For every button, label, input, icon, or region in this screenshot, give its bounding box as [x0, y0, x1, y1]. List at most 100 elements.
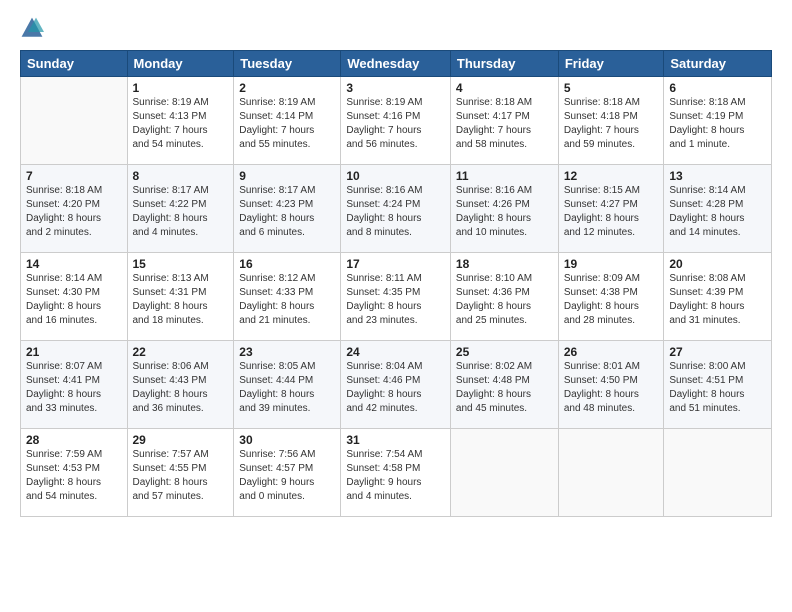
day-cell: 3Sunrise: 8:19 AM Sunset: 4:16 PM Daylig… [341, 77, 451, 165]
cell-info: Sunrise: 8:04 AM Sunset: 4:46 PM Dayligh… [346, 360, 445, 416]
cell-info: Sunrise: 8:09 AM Sunset: 4:38 PM Dayligh… [564, 272, 659, 328]
day-number: 11 [456, 169, 553, 183]
day-cell: 24Sunrise: 8:04 AM Sunset: 4:46 PM Dayli… [341, 341, 451, 429]
day-cell: 7Sunrise: 8:18 AM Sunset: 4:20 PM Daylig… [21, 165, 128, 253]
day-cell: 25Sunrise: 8:02 AM Sunset: 4:48 PM Dayli… [450, 341, 558, 429]
day-number: 13 [669, 169, 766, 183]
day-number: 28 [26, 433, 122, 447]
day-number: 30 [239, 433, 335, 447]
day-cell: 11Sunrise: 8:16 AM Sunset: 4:26 PM Dayli… [450, 165, 558, 253]
cell-info: Sunrise: 8:02 AM Sunset: 4:48 PM Dayligh… [456, 360, 553, 416]
cell-info: Sunrise: 8:16 AM Sunset: 4:26 PM Dayligh… [456, 184, 553, 240]
page-container: SundayMondayTuesdayWednesdayThursdayFrid… [0, 0, 792, 527]
day-cell: 5Sunrise: 8:18 AM Sunset: 4:18 PM Daylig… [558, 77, 664, 165]
day-number: 9 [239, 169, 335, 183]
day-cell: 27Sunrise: 8:00 AM Sunset: 4:51 PM Dayli… [664, 341, 772, 429]
day-number: 23 [239, 345, 335, 359]
day-number: 7 [26, 169, 122, 183]
day-cell: 4Sunrise: 8:18 AM Sunset: 4:17 PM Daylig… [450, 77, 558, 165]
day-cell: 12Sunrise: 8:15 AM Sunset: 4:27 PM Dayli… [558, 165, 664, 253]
day-cell [450, 429, 558, 517]
day-cell: 26Sunrise: 8:01 AM Sunset: 4:50 PM Dayli… [558, 341, 664, 429]
logo [20, 16, 48, 40]
cell-info: Sunrise: 8:00 AM Sunset: 4:51 PM Dayligh… [669, 360, 766, 416]
cell-info: Sunrise: 7:56 AM Sunset: 4:57 PM Dayligh… [239, 448, 335, 504]
cell-info: Sunrise: 8:11 AM Sunset: 4:35 PM Dayligh… [346, 272, 445, 328]
week-row-2: 14Sunrise: 8:14 AM Sunset: 4:30 PM Dayli… [21, 253, 772, 341]
day-number: 31 [346, 433, 445, 447]
day-number: 16 [239, 257, 335, 271]
day-number: 8 [133, 169, 229, 183]
day-number: 4 [456, 81, 553, 95]
day-number: 12 [564, 169, 659, 183]
day-number: 14 [26, 257, 122, 271]
calendar-table: SundayMondayTuesdayWednesdayThursdayFrid… [20, 50, 772, 517]
day-cell [558, 429, 664, 517]
cell-info: Sunrise: 8:10 AM Sunset: 4:36 PM Dayligh… [456, 272, 553, 328]
day-number: 15 [133, 257, 229, 271]
day-number: 10 [346, 169, 445, 183]
cell-info: Sunrise: 8:19 AM Sunset: 4:13 PM Dayligh… [133, 96, 229, 152]
day-number: 17 [346, 257, 445, 271]
header-sunday: Sunday [21, 51, 128, 77]
cell-info: Sunrise: 8:14 AM Sunset: 4:30 PM Dayligh… [26, 272, 122, 328]
day-cell: 16Sunrise: 8:12 AM Sunset: 4:33 PM Dayli… [234, 253, 341, 341]
header-monday: Monday [127, 51, 234, 77]
cell-info: Sunrise: 8:14 AM Sunset: 4:28 PM Dayligh… [669, 184, 766, 240]
day-number: 24 [346, 345, 445, 359]
cell-info: Sunrise: 8:17 AM Sunset: 4:22 PM Dayligh… [133, 184, 229, 240]
header-tuesday: Tuesday [234, 51, 341, 77]
day-number: 19 [564, 257, 659, 271]
cell-info: Sunrise: 8:12 AM Sunset: 4:33 PM Dayligh… [239, 272, 335, 328]
week-row-0: 1Sunrise: 8:19 AM Sunset: 4:13 PM Daylig… [21, 77, 772, 165]
header-thursday: Thursday [450, 51, 558, 77]
week-row-4: 28Sunrise: 7:59 AM Sunset: 4:53 PM Dayli… [21, 429, 772, 517]
header-saturday: Saturday [664, 51, 772, 77]
day-cell: 29Sunrise: 7:57 AM Sunset: 4:55 PM Dayli… [127, 429, 234, 517]
cell-info: Sunrise: 8:18 AM Sunset: 4:19 PM Dayligh… [669, 96, 766, 152]
day-number: 22 [133, 345, 229, 359]
day-number: 20 [669, 257, 766, 271]
day-cell: 21Sunrise: 8:07 AM Sunset: 4:41 PM Dayli… [21, 341, 128, 429]
header-row-days: SundayMondayTuesdayWednesdayThursdayFrid… [21, 51, 772, 77]
cell-info: Sunrise: 7:57 AM Sunset: 4:55 PM Dayligh… [133, 448, 229, 504]
day-cell: 17Sunrise: 8:11 AM Sunset: 4:35 PM Dayli… [341, 253, 451, 341]
day-cell: 18Sunrise: 8:10 AM Sunset: 4:36 PM Dayli… [450, 253, 558, 341]
logo-icon [20, 16, 44, 40]
day-number: 21 [26, 345, 122, 359]
day-cell: 20Sunrise: 8:08 AM Sunset: 4:39 PM Dayli… [664, 253, 772, 341]
day-number: 6 [669, 81, 766, 95]
day-cell: 2Sunrise: 8:19 AM Sunset: 4:14 PM Daylig… [234, 77, 341, 165]
day-cell: 19Sunrise: 8:09 AM Sunset: 4:38 PM Dayli… [558, 253, 664, 341]
header-wednesday: Wednesday [341, 51, 451, 77]
cell-info: Sunrise: 8:16 AM Sunset: 4:24 PM Dayligh… [346, 184, 445, 240]
day-number: 25 [456, 345, 553, 359]
cell-info: Sunrise: 8:17 AM Sunset: 4:23 PM Dayligh… [239, 184, 335, 240]
cell-info: Sunrise: 8:15 AM Sunset: 4:27 PM Dayligh… [564, 184, 659, 240]
day-cell: 8Sunrise: 8:17 AM Sunset: 4:22 PM Daylig… [127, 165, 234, 253]
day-number: 26 [564, 345, 659, 359]
day-cell: 10Sunrise: 8:16 AM Sunset: 4:24 PM Dayli… [341, 165, 451, 253]
day-cell: 28Sunrise: 7:59 AM Sunset: 4:53 PM Dayli… [21, 429, 128, 517]
week-row-3: 21Sunrise: 8:07 AM Sunset: 4:41 PM Dayli… [21, 341, 772, 429]
day-cell: 23Sunrise: 8:05 AM Sunset: 4:44 PM Dayli… [234, 341, 341, 429]
day-cell: 9Sunrise: 8:17 AM Sunset: 4:23 PM Daylig… [234, 165, 341, 253]
cell-info: Sunrise: 7:54 AM Sunset: 4:58 PM Dayligh… [346, 448, 445, 504]
cell-info: Sunrise: 8:18 AM Sunset: 4:18 PM Dayligh… [564, 96, 659, 152]
day-cell: 30Sunrise: 7:56 AM Sunset: 4:57 PM Dayli… [234, 429, 341, 517]
cell-info: Sunrise: 8:01 AM Sunset: 4:50 PM Dayligh… [564, 360, 659, 416]
header-friday: Friday [558, 51, 664, 77]
day-number: 2 [239, 81, 335, 95]
day-cell: 6Sunrise: 8:18 AM Sunset: 4:19 PM Daylig… [664, 77, 772, 165]
day-cell: 15Sunrise: 8:13 AM Sunset: 4:31 PM Dayli… [127, 253, 234, 341]
week-row-1: 7Sunrise: 8:18 AM Sunset: 4:20 PM Daylig… [21, 165, 772, 253]
header-row [20, 16, 772, 40]
day-number: 5 [564, 81, 659, 95]
day-number: 3 [346, 81, 445, 95]
day-number: 29 [133, 433, 229, 447]
day-cell: 31Sunrise: 7:54 AM Sunset: 4:58 PM Dayli… [341, 429, 451, 517]
cell-info: Sunrise: 8:08 AM Sunset: 4:39 PM Dayligh… [669, 272, 766, 328]
day-cell [21, 77, 128, 165]
cell-info: Sunrise: 8:13 AM Sunset: 4:31 PM Dayligh… [133, 272, 229, 328]
cell-info: Sunrise: 8:18 AM Sunset: 4:20 PM Dayligh… [26, 184, 122, 240]
